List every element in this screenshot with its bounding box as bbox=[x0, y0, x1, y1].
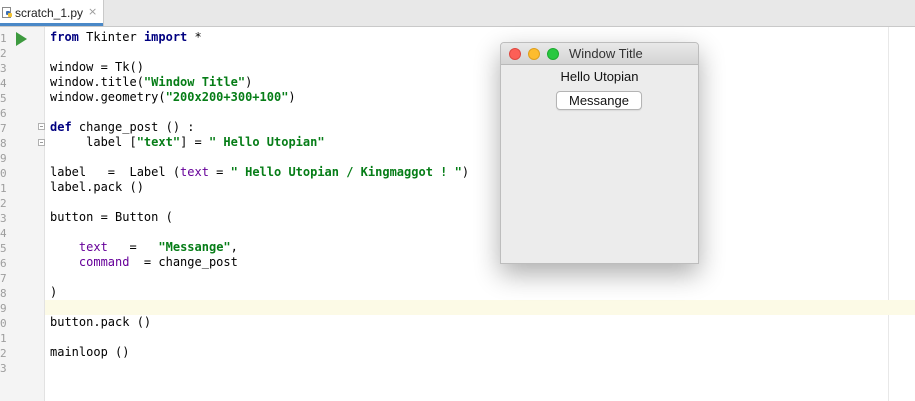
close-window-icon[interactable] bbox=[509, 48, 521, 60]
code-token: = bbox=[107, 240, 159, 254]
code-line-16: command = change_post bbox=[50, 255, 238, 270]
code-line-11: label.pack () bbox=[50, 180, 144, 194]
line-number: 1 bbox=[0, 32, 7, 45]
editor-tab-bar: scratch_1.py × bbox=[0, 0, 915, 27]
code-line-10: label = Label (text = " Hello Utopian / … bbox=[50, 165, 469, 180]
string-literal: " Hello Utopian" bbox=[208, 135, 325, 149]
keyword: from bbox=[50, 30, 79, 44]
current-line-highlight bbox=[45, 300, 915, 315]
code-line-15: text = "Messange", bbox=[50, 240, 238, 255]
parameter-name: text bbox=[180, 165, 209, 179]
code-line-18: ) bbox=[50, 285, 58, 299]
line-number: 3 bbox=[0, 212, 7, 225]
window-title: Window Title bbox=[569, 46, 643, 61]
active-tab-indicator bbox=[0, 23, 103, 26]
line-number: 4 bbox=[0, 77, 7, 90]
code-token: = bbox=[208, 165, 231, 179]
line-number: 0 bbox=[0, 317, 7, 330]
tab-label: scratch_1.py bbox=[15, 6, 84, 20]
line-number: 3 bbox=[0, 62, 7, 75]
code-line-22: mainloop () bbox=[50, 345, 130, 359]
string-literal: "text" bbox=[136, 135, 181, 149]
line-number: 6 bbox=[0, 257, 7, 270]
code-line-1: from Tkinter import * bbox=[50, 30, 202, 45]
maximize-window-icon[interactable] bbox=[547, 48, 559, 60]
code-token: , bbox=[230, 240, 238, 254]
string-literal: "200x200+300+100" bbox=[165, 90, 289, 104]
code-line-13: button = Button ( bbox=[50, 210, 173, 224]
parameter-name: command bbox=[78, 255, 130, 269]
window-titlebar[interactable]: Window Title bbox=[501, 43, 698, 65]
code-token: label = Label ( bbox=[50, 165, 181, 179]
python-file-icon bbox=[2, 7, 12, 18]
code-line-3: window = Tk() bbox=[50, 60, 144, 74]
line-number: 4 bbox=[0, 227, 7, 240]
tab-scratch-file[interactable]: scratch_1.py × bbox=[0, 0, 104, 26]
line-number: 7 bbox=[0, 272, 7, 285]
code-token: Tkinter bbox=[78, 30, 144, 44]
code-line-4: window.title("Window Title") bbox=[50, 75, 252, 90]
messange-button[interactable]: Messange bbox=[556, 91, 642, 110]
fold-end-icon[interactable] bbox=[38, 139, 45, 146]
run-triangle-icon[interactable] bbox=[16, 32, 27, 46]
code-token: ] = bbox=[180, 135, 209, 149]
line-number: 3 bbox=[0, 362, 7, 375]
code-token: ) bbox=[288, 90, 296, 104]
line-number: 2 bbox=[0, 347, 7, 360]
code-token: ) bbox=[245, 75, 253, 89]
code-line-20: button.pack () bbox=[50, 315, 152, 329]
code-token: window.title( bbox=[50, 75, 144, 89]
minimize-window-icon[interactable] bbox=[528, 48, 540, 60]
line-number: 9 bbox=[0, 302, 7, 315]
line-number: 5 bbox=[0, 92, 7, 105]
line-number: 1 bbox=[0, 182, 7, 195]
code-line-8: label ["text"] = " Hello Utopian" bbox=[50, 135, 325, 150]
code-token: = change_post bbox=[129, 255, 238, 269]
line-number: 1 bbox=[0, 332, 7, 345]
code-token: ) bbox=[461, 165, 470, 179]
tab-close-icon[interactable]: × bbox=[88, 5, 97, 18]
line-number: 5 bbox=[0, 242, 7, 255]
line-number: 9 bbox=[0, 152, 7, 165]
code-token: window.geometry( bbox=[50, 90, 166, 104]
string-literal: "Window Title" bbox=[143, 75, 246, 89]
code-token: * bbox=[187, 30, 202, 44]
line-number: 2 bbox=[0, 197, 7, 210]
parameter-name: text bbox=[78, 240, 108, 254]
string-literal: " Hello Utopian / Kingmaggot ! " bbox=[230, 165, 462, 179]
line-number: 6 bbox=[0, 107, 7, 120]
right-margin-guide bbox=[888, 27, 889, 401]
code-token: change_post () : bbox=[71, 120, 195, 134]
code-line-7: def change_post () : bbox=[50, 120, 195, 135]
hello-label: Hello Utopian bbox=[560, 69, 639, 84]
string-literal: "Messange" bbox=[158, 240, 231, 254]
keyword: import bbox=[143, 30, 188, 44]
line-number: 0 bbox=[0, 167, 7, 180]
keyword: def bbox=[50, 120, 72, 134]
line-number-gutter: 1 2 3 4 5 6 7 8 9 0 1 2 3 4 5 6 7 8 9 0 … bbox=[0, 27, 45, 401]
fold-collapse-icon[interactable] bbox=[38, 123, 45, 130]
tk-window[interactable]: Window Title Hello Utopian Messange bbox=[500, 42, 699, 264]
code-token: label [ bbox=[50, 135, 137, 149]
line-number: 7 bbox=[0, 122, 7, 135]
line-number: 2 bbox=[0, 47, 7, 60]
line-number: 8 bbox=[0, 137, 7, 150]
line-number: 8 bbox=[0, 287, 7, 300]
code-line-5: window.geometry("200x200+300+100") bbox=[50, 90, 296, 105]
